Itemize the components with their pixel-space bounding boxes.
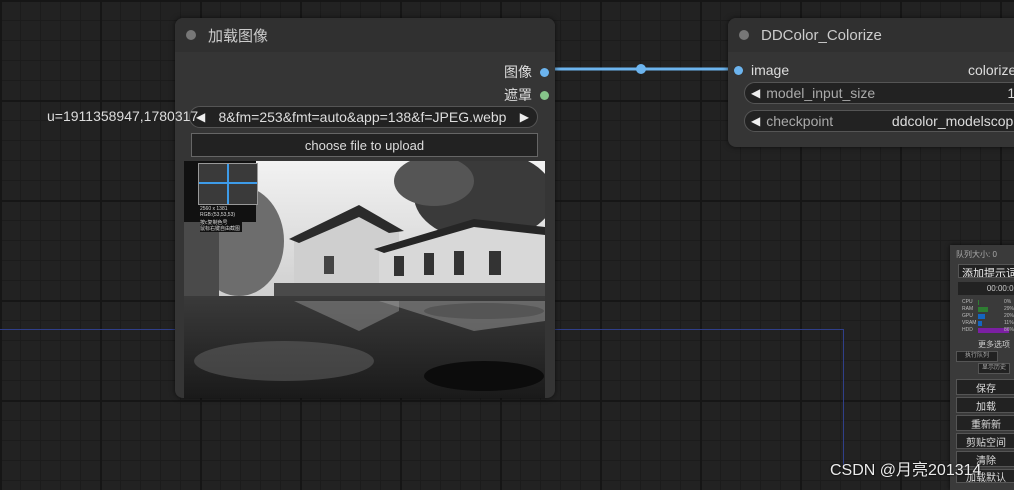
collapse-dot-icon[interactable] [739,30,749,40]
node-title-bar[interactable]: DDColor_Colorize [728,18,1014,52]
stat-bar [978,321,982,326]
magnifier-rgb: RGB:(53,53,53) [200,212,236,218]
combo-right-arrow-icon[interactable]: ▶ [520,110,529,124]
output-mask-label: 遮罩 [504,87,532,103]
stat-value: 86% [1004,327,1014,333]
output-mask-port[interactable] [540,90,549,100]
stat-label: CPU [962,299,973,305]
node-title-bar[interactable]: 加载图像 [175,18,555,52]
stat-label: HDD [962,327,973,333]
load-image-node[interactable]: 加载图像 图像 遮罩 ◀ 8&fm=253&fmt=auto&app=138&f… [175,18,555,398]
output-colorize-label: colorize [968,62,1014,78]
link-midpoint[interactable] [636,64,646,74]
stat-row-vram: VRAM 11% [962,320,1014,327]
model-input-size-widget[interactable]: ◀ model_input_size 10 [744,82,1014,104]
stat-value: 0% [1004,299,1012,305]
output-image-port[interactable] [540,67,549,77]
image-filename-overflow: u=1911358947,1780317 [47,108,199,124]
stat-row-ram: RAM 29% [962,306,1014,313]
input-image-port[interactable] [734,65,743,75]
checkpoint-value: ddcolor_modelscope. [891,113,1014,129]
stat-value: 11% [1004,320,1014,326]
queue-size-label: 队列大小: 0 [956,250,997,259]
decrement-arrow-icon[interactable]: ◀ [751,86,760,100]
watermark: CSDN @月亮201314 [830,462,982,479]
ddcolor-node[interactable]: DDColor_Colorize image colorize ◀ model_… [728,18,1014,147]
stat-label: RAM [962,306,974,312]
output-image-label: 图像 [504,64,532,80]
refresh-button[interactable]: 重新新 [956,415,1014,431]
stat-label: VRAM [962,320,977,326]
stat-row-cpu: CPU 0% [962,299,1014,306]
node-title: 加载图像 [208,27,269,45]
stat-bar [978,314,985,319]
model-input-size-value: 10 [1007,85,1014,101]
stat-label: GPU [962,313,973,319]
queue-timer: 00:00:01 [958,282,1014,295]
magnifier-overlay: 2560 x 1381 RGB:(53,53,53) [184,161,258,222]
add-prompt-button[interactable]: 添加提示词 [958,264,1014,278]
node-title: DDColor_Colorize [761,26,882,44]
clipspace-button[interactable]: 剪贴空间 [956,433,1014,449]
upload-button[interactable]: choose file to upload [191,133,538,157]
magnifier-hint-screenshot: 鼠标右键自由截图 [200,226,241,232]
stat-value: 20% [1004,313,1014,319]
combo-left-arrow-icon[interactable]: ◀ [751,114,760,128]
checkpoint-combo[interactable]: ◀ checkpoint ddcolor_modelscope. [744,110,1014,132]
checkpoint-label: checkpoint [766,113,834,129]
stat-bar [978,307,988,312]
image-filename-value: 8&fm=253&fmt=auto&app=138&f=JPEG.webp [218,109,507,125]
magnifier-zoom [198,163,258,205]
more-options-label[interactable]: 更多选项 [978,339,1010,350]
image-preview: 2560 x 1381 RGB:(53,53,53) 按c复制色号 鼠标右键自由… [184,161,545,398]
run-queue-button[interactable]: 执行队列 [956,351,998,362]
stat-value: 29% [1004,306,1014,312]
save-button[interactable]: 保存 [956,379,1014,395]
input-image-label: image [751,62,790,78]
model-input-size-label: model_input_size [766,85,876,101]
stat-row-gpu: GPU 20% [962,313,1014,320]
stat-row-hdd: HDD 86% [962,327,1014,334]
collapse-dot-icon[interactable] [186,30,196,40]
image-filename-combo[interactable]: ◀ 8&fm=253&fmt=auto&app=138&f=JPEG.webp … [189,106,538,128]
resource-monitor: CPU 0% RAM 29% GPU 20% VRAM 11% HDD 86% [962,299,1014,334]
load-button[interactable]: 加载 [956,397,1014,413]
history-button[interactable]: 显示历史 [978,363,1010,374]
stat-bar [978,300,979,305]
